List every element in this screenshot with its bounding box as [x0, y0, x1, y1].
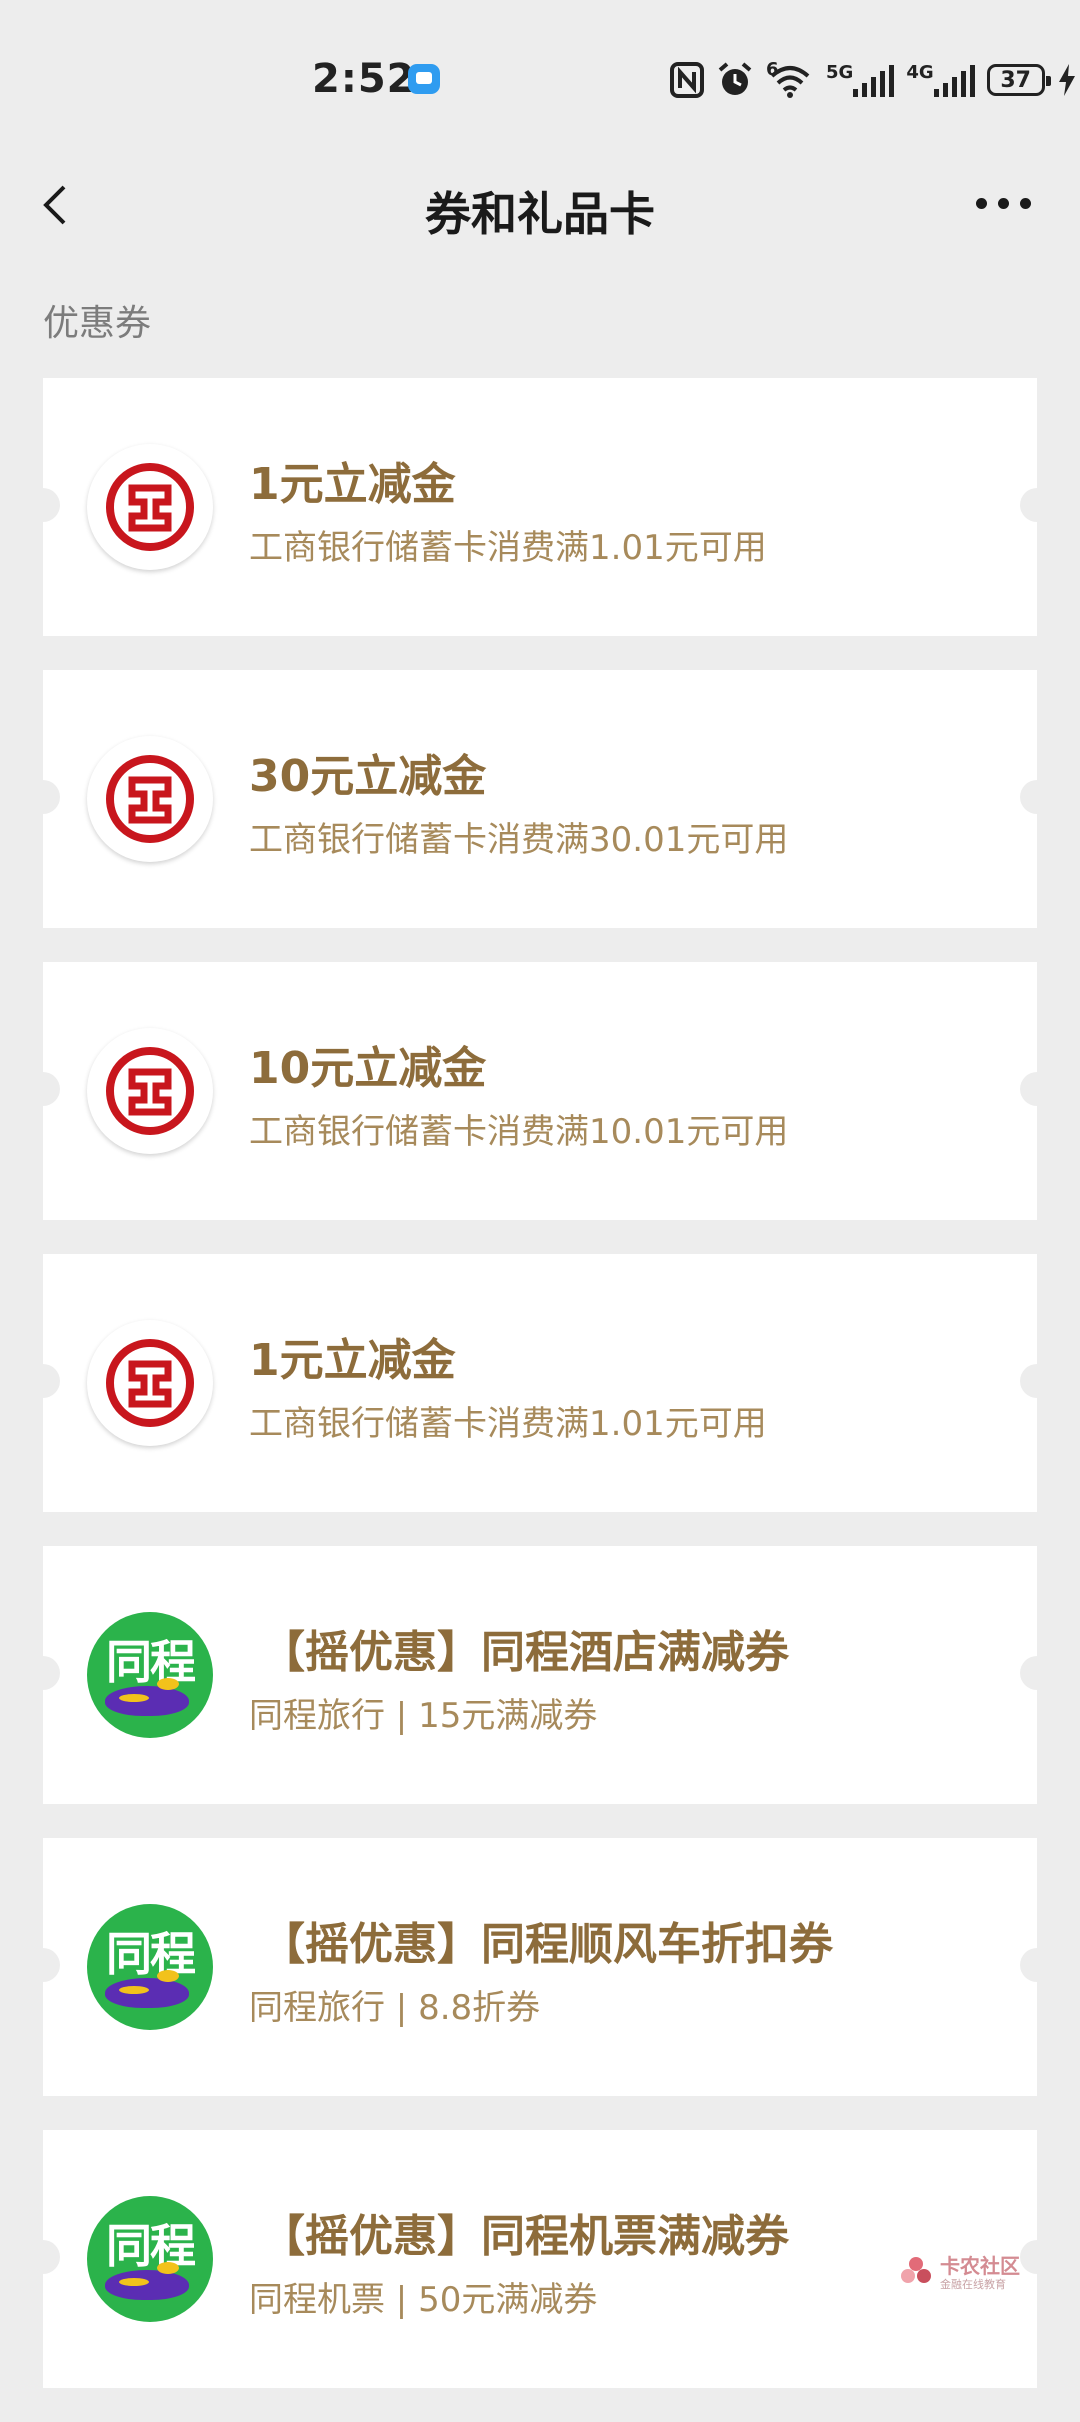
card-notch — [43, 780, 60, 814]
coupon-title: 【摇优惠】同程顺风车折扣券 — [261, 1919, 833, 1970]
coupon-subtitle: 工商银行储蓄卡消费满30.01元可用 — [249, 820, 789, 860]
status-icons: 6 5G 4G 37 — [670, 58, 1077, 102]
tongcheng-logo-icon: 同程 — [87, 2196, 213, 2322]
plane-icon — [105, 1678, 189, 1716]
coupon-title: 1元立减金 — [249, 459, 456, 510]
coupon-title: 【摇优惠】同程酒店满减券 — [261, 1627, 789, 1678]
coupon-subtitle: 工商银行储蓄卡消费满1.01元可用 — [249, 1404, 767, 1444]
charging-icon — [1058, 64, 1075, 96]
card-notch — [1020, 1948, 1037, 1982]
card-notch — [43, 2240, 60, 2274]
icbc-logo-icon — [87, 444, 213, 570]
coupon-subtitle: 同程机票 | 50元满减券 — [249, 2280, 598, 2320]
coupon-card[interactable]: 1元立减金 工商银行储蓄卡消费满1.01元可用 — [43, 1254, 1037, 1512]
watermark-text: 卡农社区 — [940, 2254, 1020, 2278]
wifi-label: 6 — [766, 59, 779, 80]
card-notch — [43, 488, 60, 522]
more-options-button[interactable] — [976, 198, 1031, 209]
battery-level: 37 — [1000, 67, 1031, 93]
section-label: 优惠券 — [43, 303, 152, 344]
signal-bars-icon — [933, 63, 975, 97]
message-notification-icon — [408, 64, 440, 94]
signal-bars-icon — [853, 63, 895, 97]
status-bar: 2:52 6 5G 4G 37 — [0, 0, 1080, 150]
coupon-card[interactable]: 同程 【摇优惠】同程顺风车折扣券 同程旅行 | 8.8折券 — [43, 1838, 1037, 2096]
coupon-subtitle: 同程旅行 | 8.8折券 — [249, 1988, 541, 2028]
coupon-list: 1元立减金 工商银行储蓄卡消费满1.01元可用 30元立减金 工商银行储蓄卡消费… — [43, 378, 1037, 2422]
watermark-subtext: 金融在线教育 — [940, 2278, 1006, 2291]
coupon-card[interactable]: 1元立减金 工商银行储蓄卡消费满1.01元可用 — [43, 378, 1037, 636]
signal-4g: 4G — [906, 62, 975, 97]
alarm-icon — [718, 62, 752, 95]
page-title: 券和礼品卡 — [425, 187, 655, 241]
more-dot-icon — [998, 198, 1009, 209]
watermark: 卡农社区 金融在线教育 — [898, 2248, 1068, 2298]
coupon-card[interactable]: 同程 【摇优惠】同程酒店满减券 同程旅行 | 15元满减券 — [43, 1546, 1037, 1804]
plane-icon — [105, 1970, 189, 2008]
coupon-card[interactable]: 30元立减金 工商银行储蓄卡消费满30.01元可用 — [43, 670, 1037, 928]
card-notch — [43, 1948, 60, 1982]
coupon-title: 1元立减金 — [249, 1335, 456, 1386]
card-notch — [43, 1656, 60, 1690]
coupon-title: 30元立减金 — [249, 751, 487, 802]
battery-icon: 37 — [986, 64, 1051, 96]
card-notch — [43, 1072, 60, 1106]
coupon-card[interactable]: 同程 【摇优惠】同程机票满减券 同程机票 | 50元满减券 — [43, 2130, 1037, 2388]
plane-icon — [105, 2262, 189, 2300]
tongcheng-logo-icon: 同程 — [87, 1612, 213, 1738]
more-dot-icon — [1020, 198, 1031, 209]
kanong-logo-icon — [901, 2257, 931, 2283]
coupon-subtitle: 同程旅行 | 15元满减券 — [249, 1696, 598, 1736]
coupon-subtitle: 工商银行储蓄卡消费满1.01元可用 — [249, 528, 767, 568]
signal-5g: 5G — [826, 62, 895, 97]
network-4g-label: 4G — [906, 62, 934, 83]
coupon-card[interactable]: 10元立减金 工商银行储蓄卡消费满10.01元可用 — [43, 962, 1037, 1220]
tongcheng-logo-text: 同程 — [106, 1635, 196, 1689]
card-notch — [1020, 1364, 1037, 1398]
network-5g-label: 5G — [826, 62, 854, 83]
card-notch — [43, 1364, 60, 1398]
card-notch — [1020, 488, 1037, 522]
card-notch — [1020, 1072, 1037, 1106]
tongcheng-logo-text: 同程 — [106, 2219, 196, 2273]
card-notch — [1020, 780, 1037, 814]
icbc-logo-icon — [87, 1028, 213, 1154]
tongcheng-logo-text: 同程 — [106, 1927, 196, 1981]
icbc-logo-icon — [87, 1320, 213, 1446]
nfc-icon — [670, 62, 704, 98]
tongcheng-logo-icon: 同程 — [87, 1904, 213, 2030]
status-time: 2:52 — [312, 56, 416, 102]
coupon-subtitle: 工商银行储蓄卡消费满10.01元可用 — [249, 1112, 789, 1152]
wifi-icon: 6 — [766, 59, 814, 100]
card-notch — [1020, 1656, 1037, 1690]
nav-bar: 券和礼品卡 — [0, 150, 1080, 260]
coupon-title: 【摇优惠】同程机票满减券 — [261, 2211, 789, 2262]
more-dot-icon — [976, 198, 987, 209]
coupon-title: 10元立减金 — [249, 1043, 487, 1094]
icbc-logo-icon — [87, 736, 213, 862]
